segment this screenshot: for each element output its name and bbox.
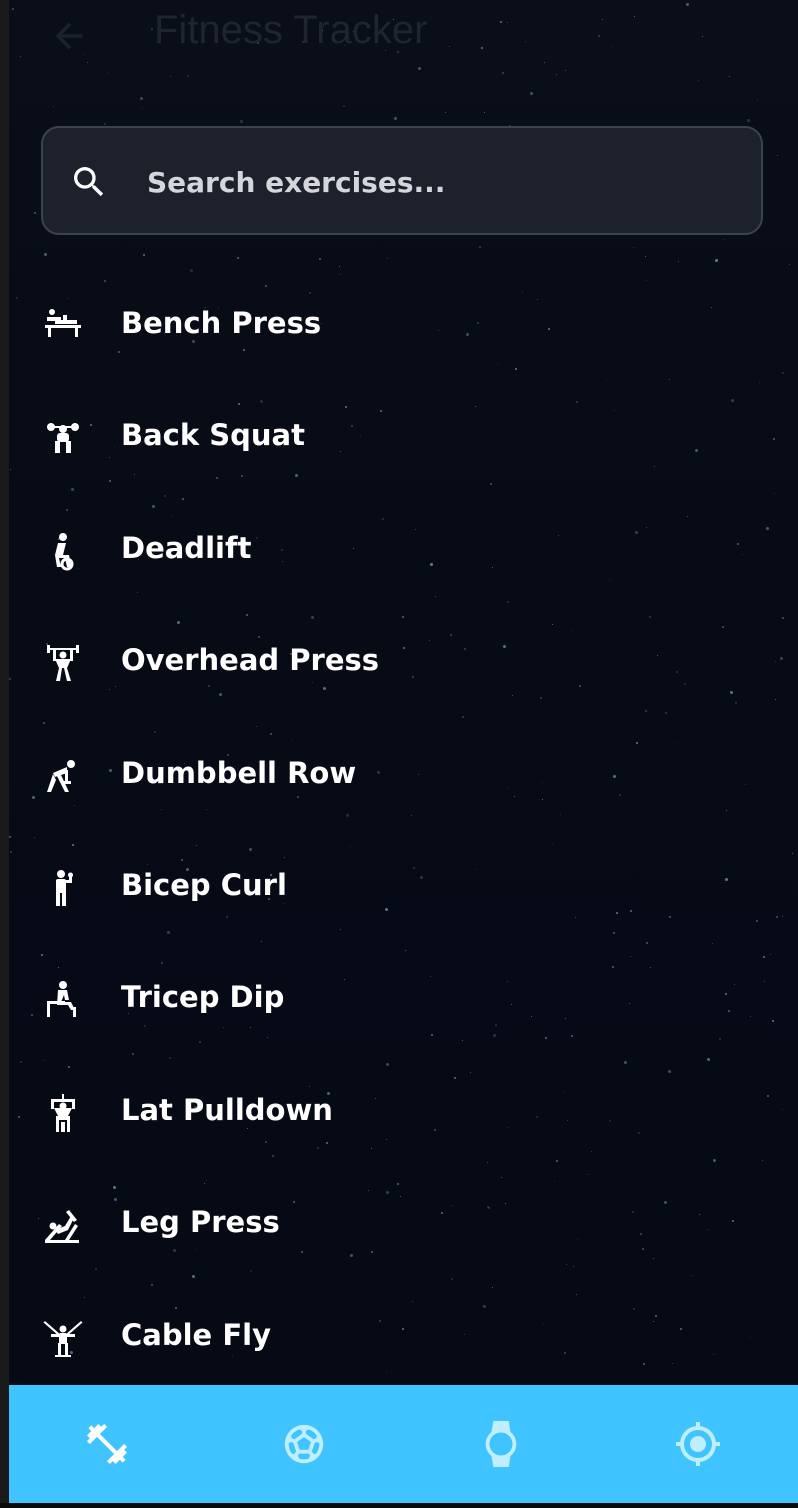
star (747, 119, 750, 122)
bottom-navigation (9, 1385, 798, 1503)
star (777, 155, 778, 156)
exercise-label: Dumbbell Row (121, 755, 357, 790)
nav-item-workouts[interactable] (72, 1409, 142, 1479)
search-input[interactable] (145, 152, 729, 212)
list-item[interactable]: Leg Press (9, 1169, 798, 1281)
star (445, 112, 446, 113)
exercise-label: Bench Press (121, 306, 322, 340)
list-item[interactable]: Tricep Dip (9, 944, 798, 1056)
star (240, 120, 243, 123)
star (140, 97, 143, 100)
star (237, 257, 239, 259)
star (633, 247, 634, 248)
exercise-label: Tricep Dip (121, 980, 285, 1015)
star (645, 256, 646, 257)
list-item[interactable]: Dumbbell Row (9, 720, 798, 832)
star (343, 105, 345, 107)
star (757, 100, 758, 101)
star (789, 264, 790, 265)
nav-item-watch[interactable] (466, 1409, 536, 1479)
lat-pulldown-icon (43, 1093, 83, 1134)
star (143, 254, 145, 256)
leg-press-icon (43, 1206, 83, 1246)
system-bar (0, 1503, 798, 1508)
search-icon (69, 162, 109, 202)
smartwatch-icon (478, 1421, 524, 1467)
list-item[interactable]: Cable Fly (9, 1282, 798, 1394)
exercise-label: Overhead Press (121, 643, 380, 678)
star (44, 253, 47, 256)
star (339, 266, 340, 267)
star (678, 261, 679, 262)
left-edge (0, 0, 9, 1508)
star (142, 107, 143, 108)
list-item[interactable]: Bicep Curl (9, 832, 798, 944)
exercise-list: Bench Press Back Squat Deadlift Overhead… (9, 270, 798, 1394)
star (530, 92, 533, 95)
page-title: Fitness Tracker (154, 8, 428, 52)
list-item[interactable]: Deadlift (9, 495, 798, 607)
soccer-ball-icon (281, 1421, 327, 1467)
search-bar[interactable] (41, 126, 763, 235)
dumbbell-icon (83, 1420, 131, 1468)
dumbbell-row-icon (43, 757, 83, 797)
target-icon (674, 1420, 722, 1468)
list-item[interactable]: Bench Press (9, 270, 798, 382)
list-item[interactable]: Overhead Press (9, 607, 798, 719)
star (484, 112, 485, 113)
deadlift-icon (43, 532, 83, 572)
star (724, 239, 725, 240)
list-item[interactable]: Lat Pulldown (9, 1057, 798, 1169)
exercise-label: Leg Press (121, 1205, 280, 1240)
exercise-label: Cable Fly (121, 1317, 271, 1352)
overhead-press-icon (43, 644, 83, 684)
star (479, 246, 481, 248)
exercise-label: Deadlift (121, 530, 252, 565)
exercise-label: Back Squat (121, 418, 305, 453)
nav-item-sports[interactable] (269, 1409, 339, 1479)
exercise-label: Bicep Curl (121, 867, 287, 902)
star (319, 258, 321, 260)
list-item[interactable]: Back Squat (9, 382, 798, 494)
bicep-curl-icon (43, 869, 83, 909)
star (53, 106, 54, 107)
exercise-label: Lat Pulldown (121, 1092, 333, 1127)
cable-fly-icon (43, 1319, 83, 1359)
star (698, 80, 699, 81)
star (715, 259, 718, 262)
star (104, 123, 106, 125)
app-bar: Fitness Tracker (9, 0, 798, 80)
arrow-back-icon[interactable] (49, 16, 89, 56)
back-squat-icon (43, 419, 83, 459)
star (387, 258, 388, 259)
star (34, 212, 36, 214)
star (394, 117, 397, 120)
bench-press-icon (43, 307, 83, 347)
nav-item-location[interactable] (663, 1409, 733, 1479)
tricep-dip-icon (43, 981, 83, 1021)
